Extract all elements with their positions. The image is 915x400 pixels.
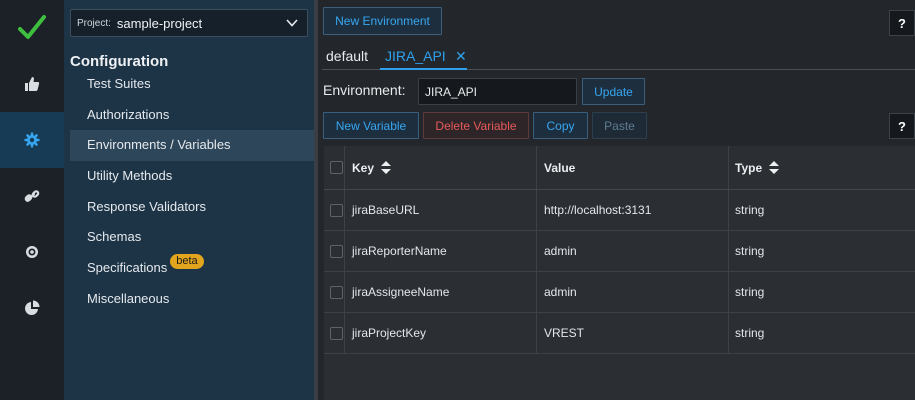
new-environment-button[interactable]: New Environment [323, 7, 442, 35]
variable-value[interactable]: VREST [544, 313, 584, 354]
sidebar-item-environments[interactable]: Environments / Variables [70, 130, 314, 162]
rail-item-monitor[interactable] [0, 224, 64, 280]
close-icon[interactable]: ✕ [455, 48, 467, 65]
row-checkbox[interactable] [330, 327, 343, 340]
project-label: Project: [77, 17, 111, 29]
sort-icon[interactable] [769, 161, 779, 174]
sidebar-item-label: Authorizations [87, 106, 170, 122]
sidebar-item-label: Environments / Variables [87, 137, 231, 153]
environment-label: Environment: [323, 82, 406, 98]
pie-chart-icon [25, 300, 40, 315]
variable-value[interactable]: admin [544, 272, 577, 313]
link-icon [24, 190, 40, 203]
help-button[interactable]: ? [889, 10, 915, 36]
row-checkbox[interactable] [330, 204, 343, 217]
sidebar-item-label: Schemas [87, 229, 142, 245]
active-tab-indicator [380, 68, 467, 70]
update-button[interactable]: Update [582, 78, 645, 105]
sidebar-item-specifications[interactable]: Specifications beta [70, 253, 314, 284]
variable-type[interactable]: string [735, 190, 764, 231]
tab-default[interactable]: default [326, 48, 368, 64]
delete-variable-button[interactable]: Delete Variable [423, 112, 529, 139]
rail-item-status[interactable] [0, 0, 64, 56]
variable-type[interactable]: string [735, 231, 764, 272]
rail-item-configuration[interactable] [0, 112, 64, 168]
sidebar-nav: Test Suites Authorizations Environments … [70, 69, 314, 315]
checkmark-icon [18, 15, 46, 39]
environment-name-input[interactable] [418, 78, 577, 105]
sidebar-item-response-validators[interactable]: Response Validators [70, 192, 314, 223]
gear-icon [24, 132, 40, 148]
table-header: Key Value Type [324, 146, 915, 190]
table-row[interactable]: jiraAssigneeName admin string [324, 272, 915, 313]
table-row[interactable]: jiraReporterName admin string [324, 231, 915, 272]
sidebar-item-test-suites[interactable]: Test Suites [70, 69, 314, 100]
rail-item-reviews[interactable] [0, 56, 64, 112]
variables-table: Key Value Type jiraBaseURL http://localh… [324, 146, 915, 400]
app: Project: sample-project Configuration Te… [0, 0, 915, 400]
new-variable-button[interactable]: New Variable [323, 112, 419, 139]
sidebar-item-label: Test Suites [87, 76, 151, 91]
row-checkbox[interactable] [330, 245, 343, 258]
variable-key[interactable]: jiraProjectKey [352, 313, 426, 354]
paste-button[interactable]: Paste [592, 112, 647, 139]
column-header-key[interactable]: Key [352, 146, 374, 190]
variable-key[interactable]: jiraAssigneeName [352, 272, 449, 313]
section-title: Configuration [70, 53, 169, 70]
beta-badge: beta [170, 254, 204, 270]
sidebar-item-label: Specifications [87, 260, 168, 276]
variable-value[interactable]: admin [544, 231, 577, 272]
variable-key[interactable]: jiraBaseURL [352, 190, 419, 231]
thumbs-up-icon [25, 77, 40, 91]
sidebar-item-label: Response Validators [87, 198, 206, 214]
sidebar-item-utility-methods[interactable]: Utility Methods [70, 161, 314, 192]
table-row[interactable]: jiraProjectKey VREST string [324, 313, 915, 354]
chevron-down-icon [286, 19, 298, 27]
sidebar-item-miscellaneous[interactable]: Miscellaneous [70, 284, 314, 315]
rail-item-links[interactable] [0, 168, 64, 224]
target-icon [26, 246, 38, 258]
sidebar-item-label: Miscellaneous [87, 290, 170, 306]
icon-rail [0, 0, 64, 400]
copy-button[interactable]: Copy [533, 112, 588, 139]
variable-type[interactable]: string [735, 313, 764, 354]
main-panel: New Environment ? default JIRA_API ✕ Env… [318, 0, 915, 400]
project-selector[interactable]: Project: sample-project [70, 9, 308, 37]
help-button[interactable]: ? [889, 113, 915, 139]
sort-icon[interactable] [381, 161, 391, 174]
table-row[interactable]: jiraBaseURL http://localhost:3131 string [324, 190, 915, 231]
sidebar-item-label: Utility Methods [87, 168, 173, 184]
project-name: sample-project [116, 15, 203, 31]
variable-type[interactable]: string [735, 272, 764, 313]
sidebar-item-authorizations[interactable]: Authorizations [70, 100, 314, 131]
sidebar-item-schemas[interactable]: Schemas [70, 222, 314, 253]
variable-key[interactable]: jiraReporterName [352, 231, 447, 272]
tab-jira-api[interactable]: JIRA_API [385, 48, 446, 64]
variable-value[interactable]: http://localhost:3131 [544, 190, 651, 231]
column-header-value[interactable]: Value [544, 146, 575, 190]
column-header-type[interactable]: Type [735, 146, 762, 190]
select-all-checkbox[interactable] [330, 161, 343, 174]
rail-item-reports[interactable] [0, 280, 64, 336]
row-checkbox[interactable] [330, 286, 343, 299]
environment-tabs: default JIRA_API ✕ [322, 45, 915, 70]
sidebar: Project: sample-project Configuration Te… [64, 0, 314, 400]
